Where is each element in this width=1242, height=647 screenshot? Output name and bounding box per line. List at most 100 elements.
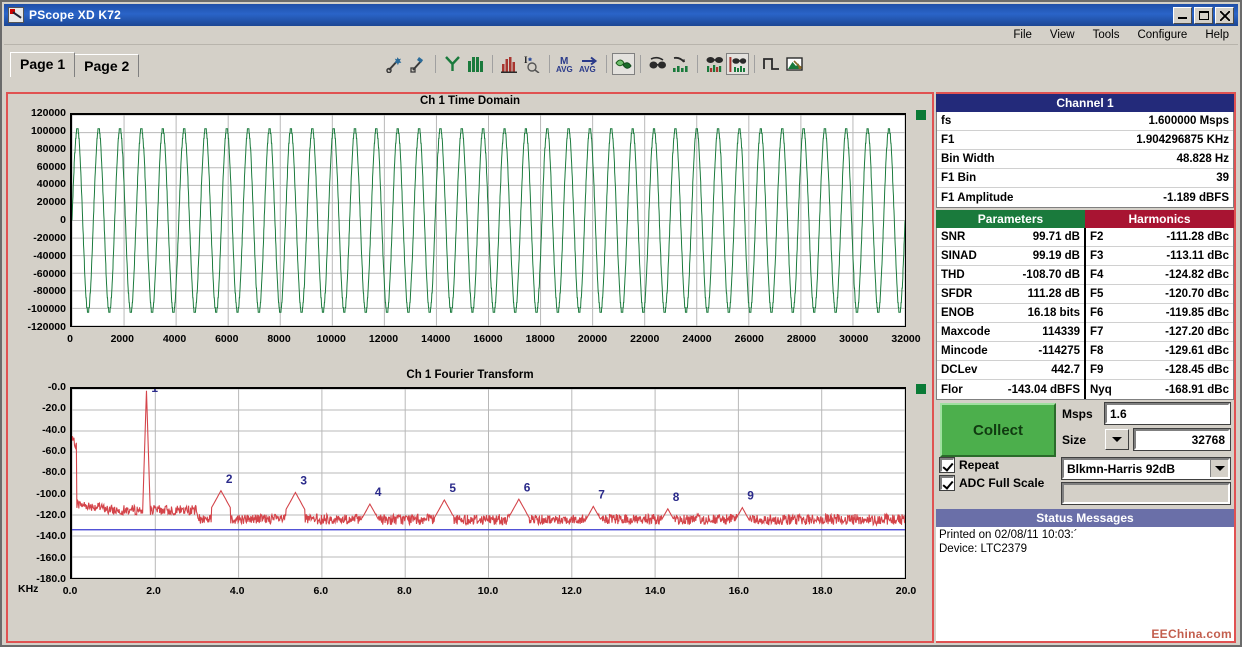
window-title: PScope XD K72	[29, 8, 121, 22]
svg-text:AVG: AVG	[556, 65, 573, 73]
size-dropdown-button[interactable]	[1105, 429, 1129, 450]
window-controls	[1173, 6, 1236, 24]
svg-text:3: 3	[300, 474, 307, 488]
size-input[interactable]: 32768	[1133, 428, 1231, 451]
row-label: F9	[1090, 364, 1104, 376]
full-scale-field	[1061, 482, 1231, 505]
status-messages: Printed on 02/08/11 10:03:´ Device: LTC2…	[936, 527, 1234, 641]
row-value: 16.18 bits	[1027, 307, 1080, 319]
fft-trace: 1 2 3 4 5 6 7 8 9	[72, 389, 905, 578]
table-row: F4 -124.82 dBc	[1086, 266, 1233, 285]
maximize-button[interactable]	[1194, 6, 1213, 24]
glasses-icon[interactable]	[646, 53, 669, 75]
time-domain-trace	[72, 115, 905, 326]
menu-item-configure[interactable]: Configure	[1128, 28, 1196, 42]
row-value: -111.28 dBc	[1166, 231, 1229, 243]
trend-icon[interactable]	[669, 53, 692, 75]
row-value: -1.189 dBFS	[1163, 191, 1229, 204]
dual-hist-icon[interactable]	[703, 53, 726, 75]
row-label: F2	[1090, 231, 1104, 243]
m-avg-icon[interactable]: M AVG	[555, 53, 578, 75]
time-domain-x-axis: 0 2000 4000 6000 8000 10000 12000 14000 16000 180…	[67, 331, 921, 347]
pulse-icon[interactable]	[760, 53, 783, 75]
minimize-button[interactable]	[1173, 6, 1192, 24]
axis-tick-label: -140.0	[36, 530, 66, 543]
msps-input[interactable]: 1.6	[1104, 402, 1231, 425]
axis-tick-label: 40000	[36, 178, 66, 191]
minimize-icon	[1178, 16, 1187, 19]
axis-tick-label: 6000	[215, 333, 239, 345]
menu-item-help[interactable]: Help	[1196, 28, 1238, 42]
msps-row: Msps 1.6	[1062, 402, 1231, 425]
svg-text:I: I	[524, 55, 528, 65]
table-row: F9 -128.45 dBc	[1086, 361, 1233, 380]
row-label: F5	[1090, 288, 1104, 300]
row-label: Bin Width	[941, 153, 995, 165]
table-row: Mincode -114275	[937, 342, 1084, 361]
axis-tick-label: -20.0	[42, 402, 66, 415]
repeat-checkbox[interactable]	[939, 457, 955, 473]
repeat-row[interactable]: Repeat	[939, 457, 1056, 473]
adc-full-scale-row[interactable]: ADC Full Scale	[939, 475, 1056, 491]
bar-chart-icon[interactable]	[498, 53, 521, 75]
table-row: F1 Bin 39	[937, 169, 1233, 188]
row-label: THD	[941, 269, 965, 281]
time-domain-title: Ch 1 Time Domain	[419, 95, 521, 107]
main-content: Ch 1 Time Domain 120000 100000 80000 60000 4…	[6, 92, 1236, 643]
axis-tick-label: 20.0	[895, 585, 917, 597]
axis-tick-label: 4.0	[229, 585, 245, 597]
axis-tick-label: 6.0	[313, 585, 329, 597]
application-window: PScope XD K72 File View Tools Configure …	[0, 0, 1242, 647]
row-label: F6	[1090, 307, 1104, 319]
axis-tick-label: 24000	[682, 333, 712, 345]
svg-text:AVG: AVG	[579, 65, 596, 73]
table-row: THD -108.70 dB	[937, 266, 1084, 285]
window-select-dropdown[interactable]	[1210, 460, 1228, 477]
menu-item-view[interactable]: View	[1041, 28, 1084, 42]
tab-page-1[interactable]: Page 1	[10, 52, 76, 77]
status-header: Status Messages	[936, 509, 1234, 527]
fft-grid: 1 2 3 4 5 6 7 8 9	[70, 387, 906, 579]
fork-icon[interactable]	[441, 53, 464, 75]
row-value: 111.28 dB	[1027, 288, 1080, 300]
page-tabs: Page 1 Page 2	[10, 52, 140, 77]
axis-tick-label: 22000	[630, 333, 660, 345]
row-label: SINAD	[941, 250, 977, 262]
row-label: F1 Amplitude	[941, 191, 1014, 204]
axis-tick-label: 0	[60, 214, 66, 226]
row-label: ENOB	[941, 307, 975, 319]
histogram-icon[interactable]	[464, 53, 487, 75]
hammer-icon[interactable]	[407, 53, 430, 75]
axis-tick-label: 12000	[368, 333, 399, 345]
controls-bottom: Repeat ADC Full Scale Blkmn-Harris 92dB	[939, 457, 1231, 508]
axis-tick-label: 12.0	[561, 585, 582, 597]
marker-hist-icon[interactable]	[726, 53, 749, 75]
table-row: F7 -127.20 dBc	[1086, 323, 1233, 342]
row-label: F3	[1090, 250, 1104, 262]
close-button[interactable]	[1215, 6, 1234, 24]
row-value: 114339	[1042, 326, 1080, 338]
window-select[interactable]: Blkmn-Harris 92dB	[1061, 457, 1231, 480]
menu-item-file[interactable]: File	[1004, 28, 1041, 42]
table-row: F3 -113.11 dBc	[1086, 247, 1233, 266]
axis-tick-label: 2000	[110, 333, 134, 345]
menu-item-tools[interactable]: Tools	[1084, 28, 1129, 42]
table-row: Nyq -168.91 dBc	[1086, 380, 1233, 399]
lens-icon[interactable]	[612, 53, 635, 75]
row-label: F7	[1090, 326, 1104, 338]
axis-tick-label: 20000	[36, 196, 66, 209]
collect-button[interactable]: Collect	[940, 403, 1056, 457]
wand-icon[interactable]	[384, 53, 407, 75]
arrow-avg-icon[interactable]: AVG	[578, 53, 601, 75]
info-zoom-icon[interactable]: I	[521, 53, 544, 75]
adc-full-scale-checkbox[interactable]	[939, 475, 955, 491]
info-panel: Channel 1 fs 1.600000 Msps F1 1.90429687…	[936, 92, 1236, 643]
fft-title: Ch 1 Fourier Transform	[406, 369, 534, 381]
axis-tick-label: -80.0	[42, 466, 66, 479]
tab-page-2[interactable]: Page 2	[74, 54, 140, 77]
axis-tick-label: 32000	[891, 333, 921, 345]
table-row: SINAD 99.19 dB	[937, 247, 1084, 266]
svg-text:2: 2	[226, 472, 233, 486]
toolbar-separator	[697, 55, 698, 73]
picture-icon[interactable]	[783, 53, 806, 75]
